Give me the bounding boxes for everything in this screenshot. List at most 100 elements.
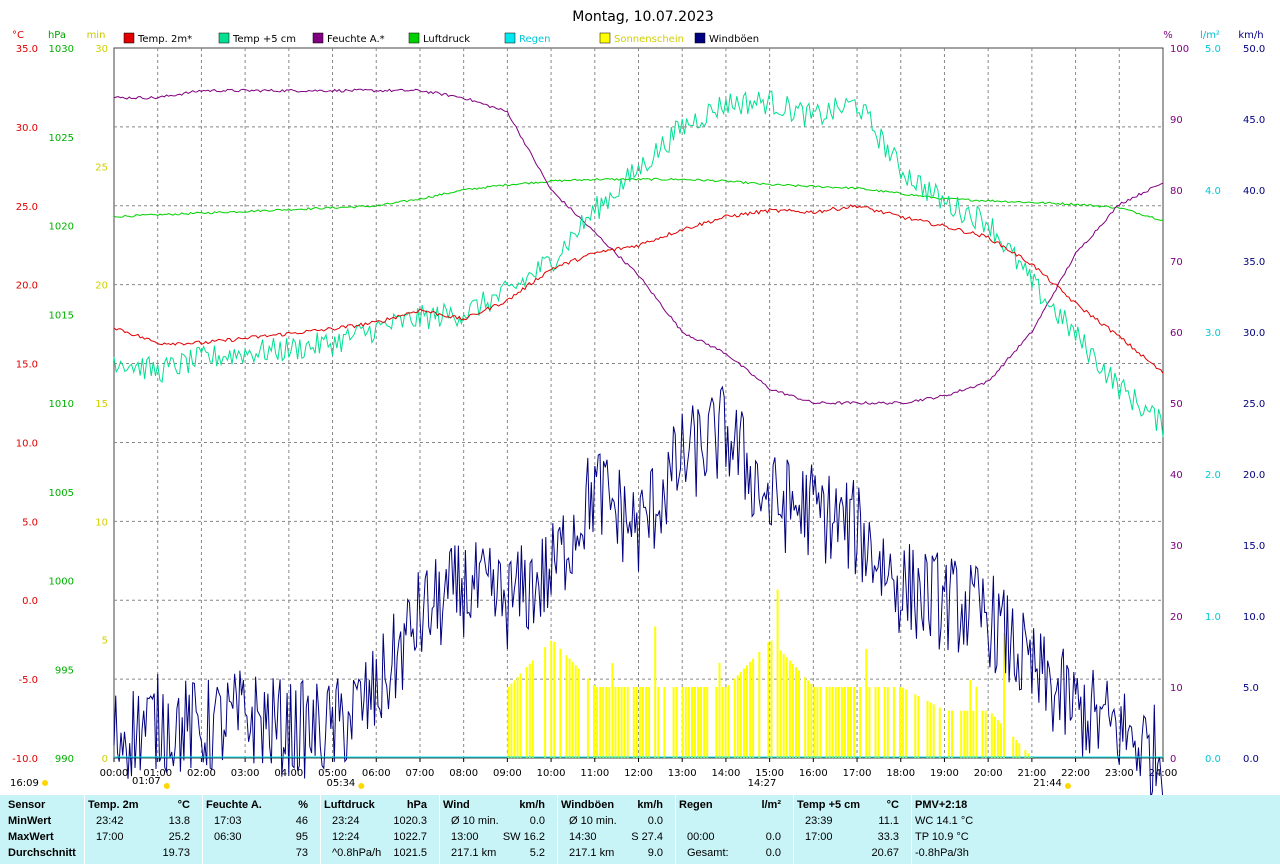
sunshine-bar <box>746 665 748 758</box>
table-cell-value: 33.3 <box>877 831 899 843</box>
tick-wind: 30.0 <box>1243 328 1265 339</box>
sunshine-bar <box>865 648 868 758</box>
table-header: Sensor <box>8 799 46 811</box>
table-header-unit: km/h <box>519 799 545 811</box>
legend-swatch-humidity <box>312 32 324 44</box>
table-cell-value: 13.8 <box>168 815 190 827</box>
sunshine-bar <box>932 704 935 758</box>
sunshine-bar <box>767 642 770 758</box>
sunshine-bar <box>847 687 849 758</box>
sunshine-bar <box>568 658 571 758</box>
sunshine-bar <box>706 687 709 758</box>
x-tick-label: 10:00 <box>537 768 566 779</box>
sunshine-bar <box>727 685 730 758</box>
tick-rain: 2.0 <box>1205 470 1221 481</box>
table-cell-value: SW 16.2 <box>502 831 545 843</box>
sunshine-bar <box>694 687 696 758</box>
sunshine-bar <box>804 677 807 758</box>
sunshine-bar <box>819 687 822 758</box>
sunshine-bar <box>663 687 666 758</box>
unit-wind: km/h <box>1238 30 1263 41</box>
table-divider <box>557 795 558 864</box>
table-cell-value: 0.0 <box>529 815 545 827</box>
table-row-label: Durchschnitt <box>8 847 76 859</box>
sunshine-bar <box>611 663 614 758</box>
tick-sun: 20 <box>95 281 108 292</box>
sunshine-bar <box>550 640 553 758</box>
sunshine-bar <box>571 661 574 758</box>
tick-pressure: 1015 <box>49 310 74 321</box>
sunshine-bar <box>626 687 629 758</box>
x-tick-label: 00:00 <box>100 768 129 779</box>
sunshine-bar <box>825 687 828 758</box>
sunshine-bar <box>899 687 901 758</box>
weather-chart: Montag, 10.07.2023 Temp. 2m* Temp +5 cm Fe… <box>0 0 1280 795</box>
sunshine-bar <box>972 710 975 758</box>
tick-wind: 25.0 <box>1243 399 1265 410</box>
table-cell-value: 19.73 <box>162 847 190 859</box>
sunshine-bar <box>739 671 742 758</box>
table-row-label: MinWert <box>8 815 52 827</box>
x-tick-label: 07:00 <box>406 768 435 779</box>
sunshine-bar <box>883 687 886 758</box>
moonrise-icon <box>42 780 48 786</box>
table-divider <box>675 795 676 864</box>
tick-humidity: 20 <box>1170 612 1183 623</box>
sunshine-bar <box>559 648 562 758</box>
sunshine-bar <box>733 678 736 758</box>
x-tick-label: 03:00 <box>231 768 260 779</box>
sunshine-bar <box>938 707 941 758</box>
tick-temp: 30.0 <box>16 123 38 134</box>
tick-temp: -10.0 <box>12 754 38 765</box>
tick-temp: 20.0 <box>16 281 38 292</box>
tick-humidity: 40 <box>1170 470 1183 481</box>
tick-pressure: 1010 <box>49 399 74 410</box>
sunshine-bar <box>785 657 788 758</box>
moonrise-time: 16:09 <box>10 778 39 789</box>
legend-swatch-temp5cm <box>218 32 230 44</box>
legend-label-humidity: Feuchte A.* <box>327 34 385 45</box>
tick-humidity: 90 <box>1170 115 1183 126</box>
tick-pressure: 1005 <box>49 488 74 499</box>
tick-humidity: 80 <box>1170 186 1183 197</box>
sunshine-bar <box>721 687 724 758</box>
table-cell-value: 95 <box>295 831 308 843</box>
sunrise-time: 05:34 <box>326 778 355 789</box>
sunrise-icon <box>358 783 365 789</box>
tick-humidity: 30 <box>1170 541 1183 552</box>
sunshine-bar <box>632 687 635 758</box>
sunshine-bar <box>853 687 856 758</box>
sunshine-bar <box>905 689 908 758</box>
sunshine-bar <box>687 687 690 758</box>
sunshine-bar <box>681 687 684 758</box>
unit-pressure: hPa <box>48 30 66 41</box>
x-tick-label: 19:00 <box>930 768 959 779</box>
table-cell-value: 11.1 <box>878 815 899 827</box>
x-tick-label: 18:00 <box>886 768 915 779</box>
sunshine-bar <box>577 668 580 758</box>
table-cell-value: 1020.3 <box>393 815 427 827</box>
sunshine-bar <box>981 710 984 758</box>
table-divider <box>320 795 321 864</box>
tick-wind: 35.0 <box>1243 257 1265 268</box>
sunshine-bar <box>623 687 626 758</box>
legend-label-temp2m: Temp. 2m* <box>137 34 192 45</box>
sunshine-bar <box>593 685 595 758</box>
sunshine-bar <box>608 687 611 758</box>
sunshine-bar <box>868 687 871 758</box>
sunshine-bar <box>553 642 556 758</box>
sunshine-bar <box>525 667 528 758</box>
sunshine-bar <box>715 687 718 758</box>
sunshine-bar <box>850 687 852 758</box>
legend-swatch-rain <box>504 32 516 44</box>
table-cell-value: 73 <box>295 847 308 859</box>
sunshine-bar <box>837 687 840 758</box>
tick-wind: 0.0 <box>1243 754 1259 765</box>
legend-label-sunshine: Sonnenschein <box>614 34 684 45</box>
chart-background <box>0 0 1280 795</box>
table-cell-value: S 27.4 <box>631 831 663 843</box>
sunshine-bar <box>635 687 638 758</box>
sunshine-bar <box>672 687 675 758</box>
sunshine-bar <box>1012 736 1015 758</box>
legend-swatch-temp2m <box>123 32 135 44</box>
